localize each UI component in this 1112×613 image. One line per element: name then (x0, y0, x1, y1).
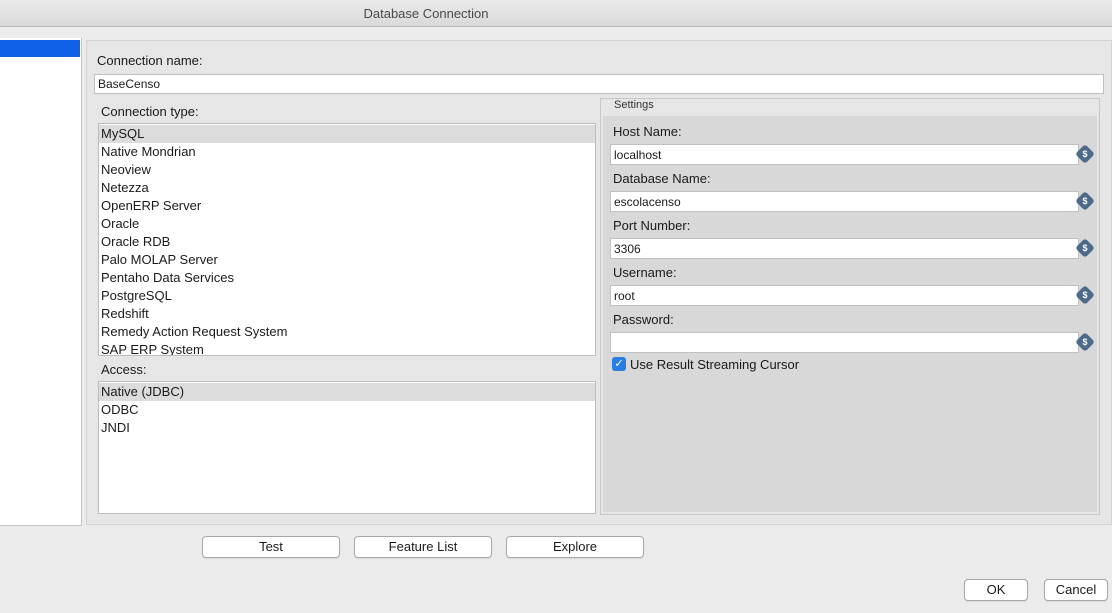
streaming-cursor-checkbox[interactable]: ✓ (612, 357, 626, 371)
connection-type-item[interactable]: PostgreSQL (99, 287, 595, 305)
connection-type-item[interactable]: Remedy Action Request System (99, 323, 595, 341)
port-number-label: Port Number: (613, 218, 691, 233)
settings-legend: Settings (614, 99, 654, 111)
variable-glyph: $ (1082, 337, 1088, 347)
variable-glyph: $ (1082, 196, 1088, 206)
explore-button[interactable]: Explore (506, 536, 644, 558)
variable-glyph: $ (1082, 149, 1088, 159)
connection-type-item[interactable]: Redshift (99, 305, 595, 323)
cancel-button[interactable]: Cancel (1044, 579, 1108, 601)
access-item[interactable]: Native (JDBC) (99, 383, 595, 401)
test-button[interactable]: Test (202, 536, 340, 558)
access-item[interactable]: ODBC (99, 401, 595, 419)
connection-type-item[interactable]: MySQL (99, 125, 595, 143)
access-item[interactable]: JNDI (99, 419, 595, 437)
connection-type-list[interactable]: MySQL Native Mondrian Neoview Netezza OpenER… (98, 123, 596, 356)
connection-name-input[interactable] (94, 74, 1104, 94)
variable-glyph: $ (1082, 290, 1088, 300)
window-title: Database Connection (363, 6, 489, 21)
password-variable-icon[interactable]: $ (1075, 332, 1095, 352)
username-input[interactable] (610, 285, 1079, 306)
connection-type-item[interactable]: Oracle (99, 215, 595, 233)
ok-button[interactable]: OK (964, 579, 1028, 601)
host-name-input[interactable] (610, 144, 1079, 165)
title-bar: Database Connection (0, 0, 1112, 27)
password-input[interactable] (610, 332, 1079, 353)
connection-type-item[interactable]: Native Mondrian (99, 143, 595, 161)
database-name-input[interactable] (610, 191, 1079, 212)
connection-type-label: Connection type: (101, 104, 199, 119)
connection-type-item[interactable]: OpenERP Server (99, 197, 595, 215)
host-variable-icon[interactable]: $ (1075, 144, 1095, 164)
connection-type-item[interactable]: Neoview (99, 161, 595, 179)
feature-list-button[interactable]: Feature List (354, 536, 492, 558)
connection-name-label: Connection name: (97, 53, 203, 68)
selected-category-item[interactable] (0, 40, 80, 57)
username-label: Username: (613, 265, 677, 280)
streaming-cursor-label: Use Result Streaming Cursor (630, 357, 800, 372)
connection-category-list[interactable] (0, 38, 82, 526)
connection-type-item[interactable]: Oracle RDB (99, 233, 595, 251)
connection-type-item[interactable]: Pentaho Data Services (99, 269, 595, 287)
host-name-label: Host Name: (613, 124, 682, 139)
username-variable-icon[interactable]: $ (1075, 285, 1095, 305)
variable-glyph: $ (1082, 243, 1088, 253)
access-label: Access: (101, 362, 147, 377)
port-number-input[interactable] (610, 238, 1079, 259)
port-variable-icon[interactable]: $ (1075, 238, 1095, 258)
connection-type-item[interactable]: Palo MOLAP Server (99, 251, 595, 269)
connection-type-item[interactable]: SAP ERP System (99, 341, 595, 355)
connection-type-item[interactable]: Netezza (99, 179, 595, 197)
database-name-label: Database Name: (613, 171, 711, 186)
password-label: Password: (613, 312, 674, 327)
database-variable-icon[interactable]: $ (1075, 191, 1095, 211)
access-list[interactable]: Native (JDBC) ODBC JNDI (98, 381, 596, 514)
